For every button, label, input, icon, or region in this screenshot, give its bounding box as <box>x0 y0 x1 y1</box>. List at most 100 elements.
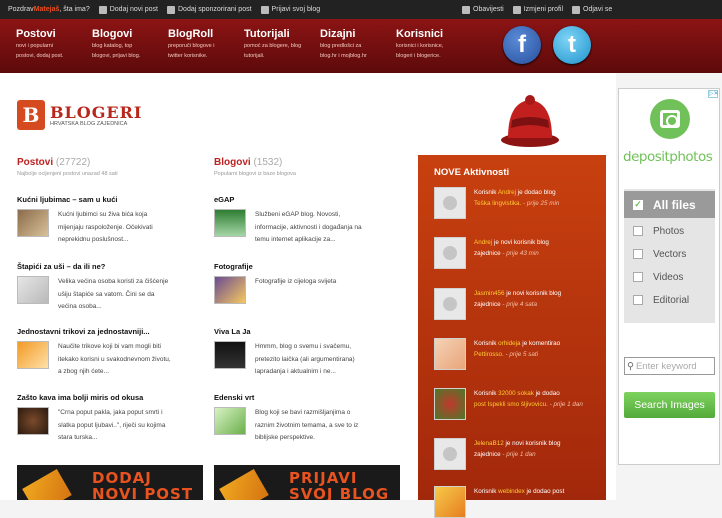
avatar[interactable] <box>434 388 466 420</box>
activity-entry: JelenaB12 je novi korisnik blog zajednice… <box>434 438 599 470</box>
activity-object-link[interactable]: Pettirosso. <box>474 351 504 358</box>
submit-blog-banner[interactable]: PRIJAVI SVOJ BLOG <box>214 465 400 500</box>
activity-user-link[interactable]: 32000 sokak <box>498 390 534 397</box>
nav-item-desc: novi i popularni <box>16 43 53 49</box>
logout-link[interactable]: Odjavi se <box>572 5 612 14</box>
activity-object-link[interactable]: post Ispekli smo šljivovicu. <box>474 401 548 408</box>
activity-user-link[interactable]: JelenaB12 <box>474 440 504 447</box>
post-thumbnail[interactable] <box>17 407 49 435</box>
option-label: Editorial <box>653 294 690 306</box>
activity-text: je novi korisnik blog <box>503 440 561 447</box>
ad-banner[interactable]: ▷✕ depositphotos ✓ All files Photos Vecto… <box>618 88 720 465</box>
post-excerpt: stara turska... <box>58 434 98 441</box>
ad-option-editorial[interactable]: Editorial <box>624 289 715 311</box>
post-title-link[interactable]: Kućni ljubimac – sam u kući <box>17 195 202 204</box>
blog-title-link[interactable]: Fotografije <box>214 262 399 271</box>
facebook-icon[interactable]: f <box>503 26 541 64</box>
activity-time: - prije 1 dan <box>500 451 536 458</box>
username-link[interactable]: Matejaš <box>34 6 60 13</box>
post-thumbnail[interactable] <box>17 209 49 237</box>
add-sponsored-post-label: Dodaj sponzorirani post <box>178 6 252 13</box>
blog-title-link[interactable]: Viva La Ja <box>214 327 399 336</box>
nav-item-blogroll[interactable]: BlogRoll preporuči blogove i twitter kor… <box>168 28 254 60</box>
ad-brand: depositphotos <box>623 149 713 165</box>
ad-search-input[interactable]: ⚲ Enter keyword <box>624 357 715 375</box>
nav-item-desc: blog.hr i mojblog.hr <box>320 53 367 59</box>
post-title-link[interactable]: Zašto kava ima bolji miris od okusa <box>17 393 202 402</box>
nav-item-desc: preporuči blogove i <box>168 43 215 49</box>
activity-user-link[interactable]: Jasmin456 <box>474 290 504 297</box>
blog-description: informacije, aktivnosti i događanja na <box>255 223 362 231</box>
avatar[interactable] <box>434 237 466 269</box>
add-post-banner[interactable]: DODAJ NOVI POST <box>17 465 203 500</box>
blog-description: Fotografije iz cijeloga svijeta <box>255 278 337 285</box>
activity-text: je novi korisnik blog <box>492 239 549 246</box>
post-excerpt: ušiju štapiće sa vatom. Čini se da <box>58 290 155 298</box>
ad-option-videos[interactable]: Videos <box>624 266 715 288</box>
edit-profile-link[interactable]: Izmjeni profil <box>512 5 563 14</box>
activity-user-link[interactable]: webindex <box>498 488 525 495</box>
posts-heading[interactable]: Postovi (27722) <box>17 157 202 168</box>
checkbox-icon <box>633 226 643 236</box>
post-excerpt: Kućni ljubimci su živa bića koja <box>58 211 148 218</box>
twitter-icon[interactable]: t <box>553 26 591 64</box>
activity-user-link[interactable]: Andrej <box>474 239 492 246</box>
ad-option-all-files[interactable]: ✓ All files <box>624 191 715 218</box>
blog-thumbnail[interactable] <box>214 341 246 369</box>
activity-time: - prije 25 min <box>521 200 560 207</box>
nav-item-title: Korisnici <box>396 28 444 40</box>
activity-user-link[interactable]: Andrej <box>498 189 516 196</box>
activity-object-link[interactable]: Teška lingvistika. <box>474 200 521 207</box>
blog-title-link[interactable]: eGAP <box>214 195 399 204</box>
nav-item-korisnici[interactable]: Korisnici korisnici i korisnice, blogeri… <box>396 28 482 60</box>
site-logo[interactable]: B BLOGERI HRVATSKA BLOG ZAJEDNICA <box>17 100 142 130</box>
search-placeholder: Enter keyword <box>635 360 697 372</box>
blog-thumbnail[interactable] <box>214 276 246 304</box>
option-label: Vectors <box>653 248 687 260</box>
add-post-link[interactable]: Dodaj novi post <box>98 5 158 14</box>
submit-blog-link[interactable]: Prijavi svoj blog <box>260 5 320 14</box>
nav-item-desc: postovi, dodaj post. <box>16 53 64 59</box>
add-sponsored-post-link[interactable]: Dodaj sponzorirani post <box>167 5 252 14</box>
nav-item-postovi[interactable]: Postovi novi i popularni postovi, dodaj … <box>16 28 102 60</box>
user-icon <box>512 5 521 14</box>
post-thumbnail[interactable] <box>17 276 49 304</box>
avatar[interactable] <box>434 338 466 370</box>
nav-item-blogovi[interactable]: Blogovi blog katalog, top blogovi, prija… <box>92 28 178 60</box>
activity-text: je dodao <box>533 390 560 397</box>
blog-thumbnail[interactable] <box>214 407 246 435</box>
checkbox-icon <box>633 249 643 259</box>
notification-icon <box>462 5 470 14</box>
post-thumbnail[interactable] <box>17 341 49 369</box>
post-excerpt: mijenjaju raspoloženje. Očekivati <box>58 223 153 231</box>
document-icon <box>260 5 269 14</box>
nav-item-dizajni[interactable]: Dizajni blog predlošci za blog.hr i mojb… <box>320 28 406 60</box>
blog-item: eGAP Službeni eGAP blog. Novosti, informa… <box>214 195 399 247</box>
notifications-link[interactable]: Obavijesti <box>462 5 504 14</box>
nav-item-title: Postovi <box>16 28 56 40</box>
ad-option-photos[interactable]: Photos <box>624 220 715 242</box>
avatar[interactable] <box>434 438 466 470</box>
blogs-count: (1532) <box>253 157 283 168</box>
ad-option-vectors[interactable]: Vectors <box>624 243 715 265</box>
nav-item-desc: blog katalog, top <box>92 43 133 49</box>
post-title-link[interactable]: Jednostavni trikovi za jednostavniji... <box>17 327 202 336</box>
blog-item: Viva La Ja Hmmm, blog o svemu i svačemu,… <box>214 327 399 379</box>
blogs-subtitle: Popularni blogovi iz baze blogova <box>214 171 296 177</box>
ad-search-button[interactable]: Search Images <box>624 392 715 418</box>
nav-item-tutorijali[interactable]: Tutorijali pomoć za blogere, blog tutori… <box>244 28 330 60</box>
nav-item-desc: pomoć za blogere, blog <box>244 43 302 49</box>
avatar[interactable] <box>434 187 466 219</box>
avatar[interactable] <box>434 486 466 518</box>
blogs-heading[interactable]: Blogovi (1532) <box>214 157 399 168</box>
blog-thumbnail[interactable] <box>214 209 246 237</box>
blog-title-link[interactable]: Edenski vrt <box>214 393 399 402</box>
avatar[interactable] <box>434 288 466 320</box>
nav-item-desc: korisnici i korisnice, <box>396 43 444 49</box>
activity-user-link[interactable]: orhideja <box>498 340 520 347</box>
blog-description: Blog koji se bavi razmišljanjima o <box>255 409 351 416</box>
post-title-link[interactable]: Štapići za uši – da ili ne? <box>17 262 202 271</box>
ad-close-icon[interactable]: ▷✕ <box>708 90 719 98</box>
logout-icon <box>572 5 581 14</box>
greeting-prefix: Pozdrav <box>8 6 34 13</box>
